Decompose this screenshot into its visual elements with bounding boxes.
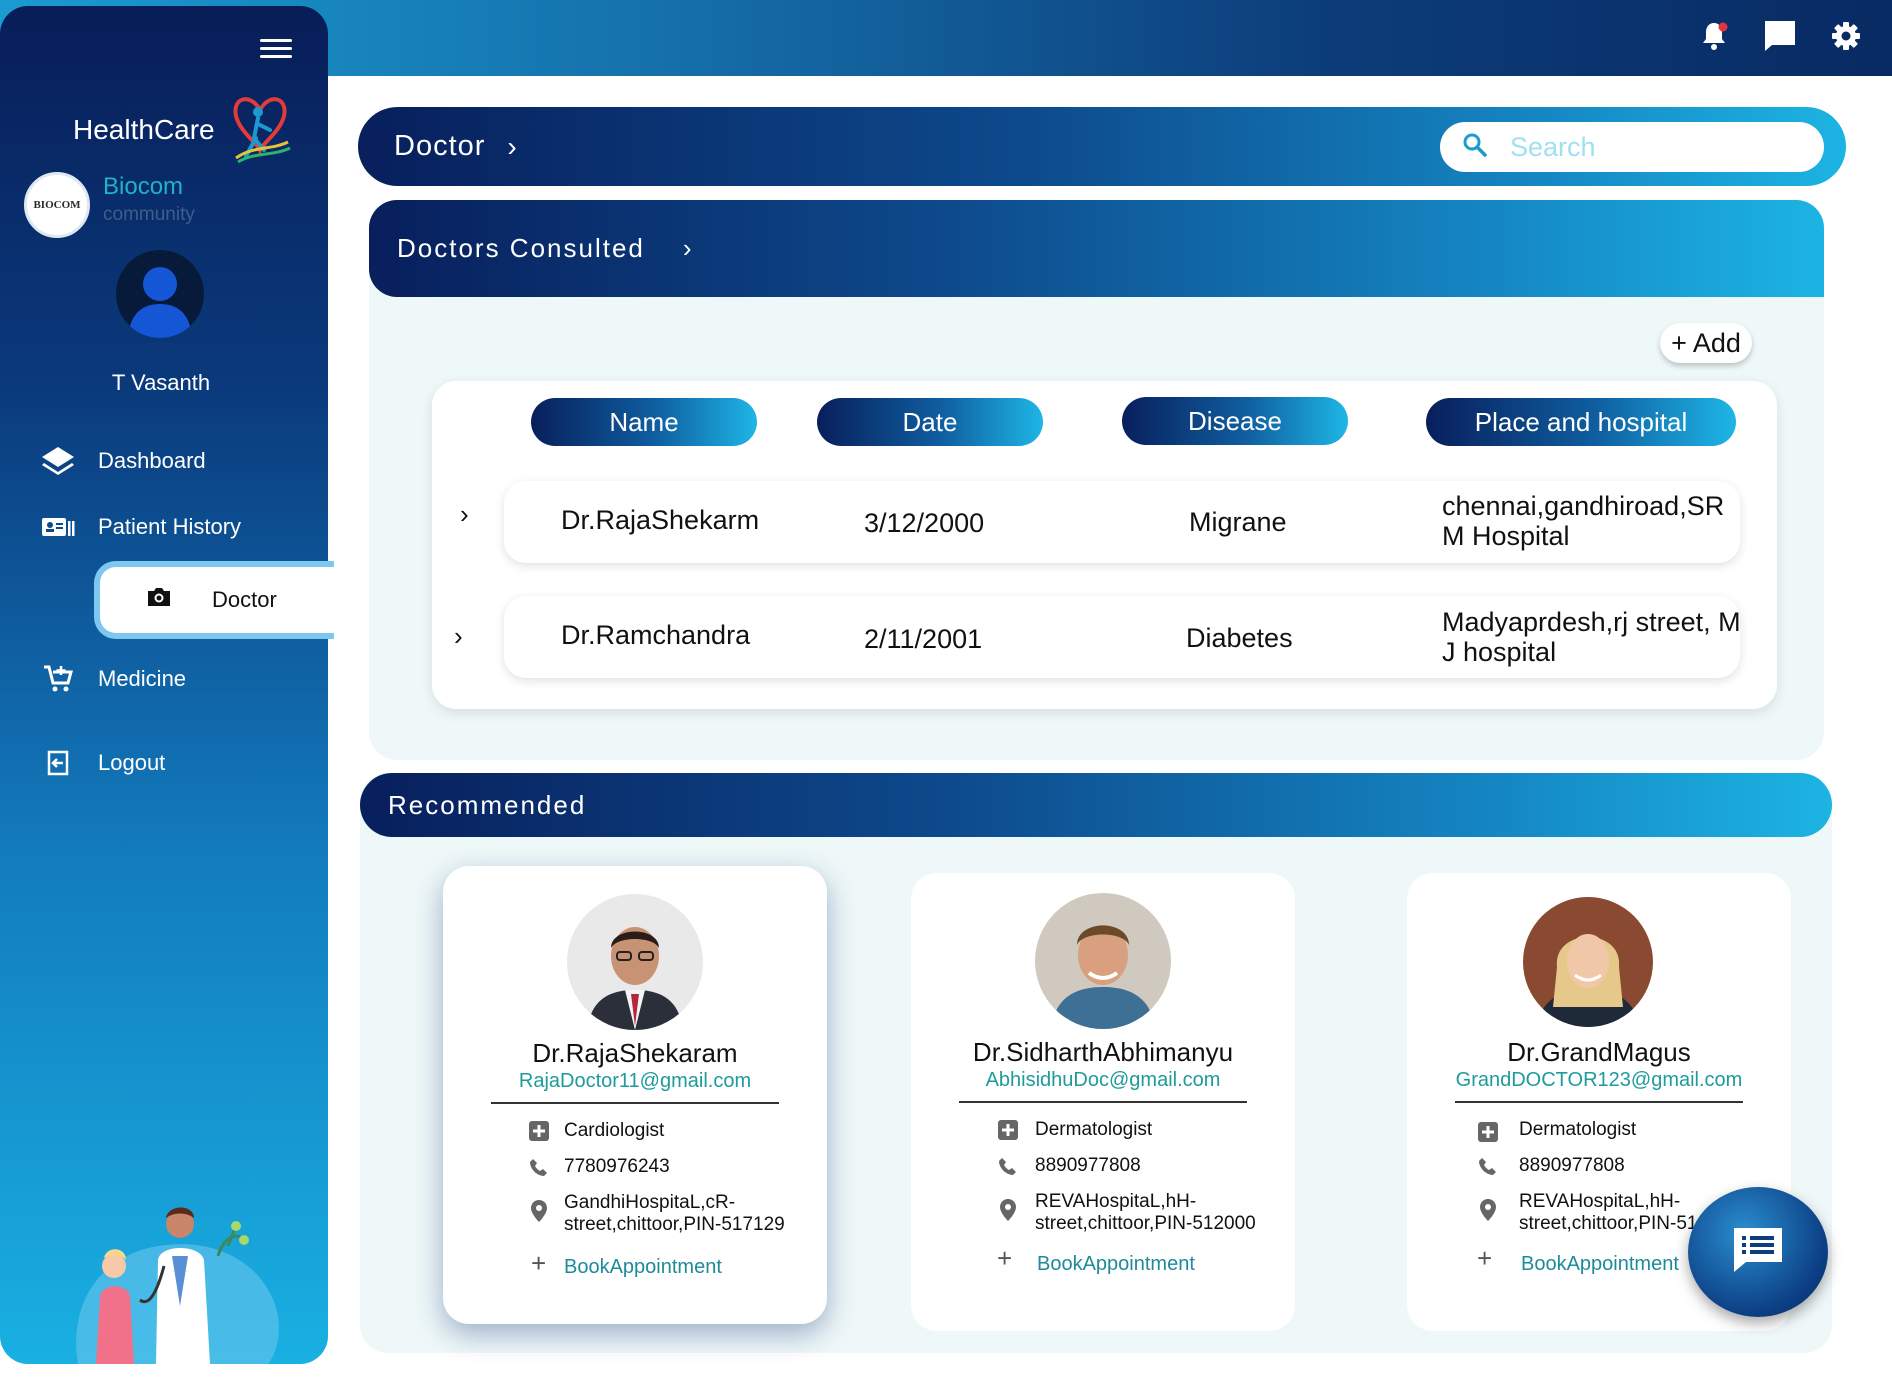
doctor-card[interactable]: Dr.SidharthAbhimanyu AbhisidhuDoc@gmail.… <box>911 873 1295 1331</box>
doctor-specialty: Cardiologist <box>564 1120 665 1141</box>
user-name: T Vasanth <box>111 370 211 395</box>
user-avatar[interactable] <box>116 250 204 338</box>
breadcrumb: Doctor › <box>358 107 1846 186</box>
nav-item-logout[interactable]: Logout <box>40 746 165 780</box>
table-row[interactable]: Dr.Ramchandra 2/11/2001 Diabetes Madyapr… <box>504 596 1741 678</box>
bell-icon[interactable] <box>1696 18 1732 54</box>
nav-label: Medicine <box>98 666 187 691</box>
logout-icon <box>40 746 76 780</box>
doctor-specialty: Dermatologist <box>1519 1119 1637 1140</box>
expand-row-chevron-icon[interactable]: › <box>454 621 463 652</box>
add-button[interactable]: + Add <box>1660 323 1752 363</box>
location-pin-icon <box>997 1199 1019 1221</box>
recommended-header: Recommended <box>360 773 1832 837</box>
column-header-disease[interactable]: Disease <box>1122 397 1348 445</box>
nav-item-medicine[interactable]: Medicine <box>40 662 186 696</box>
doctor-phone: 8890977808 <box>1519 1155 1625 1176</box>
org-logo: BIOCOM <box>24 172 90 238</box>
column-header-name[interactable]: Name <box>531 398 757 446</box>
section-title: Doctors Consulted <box>397 233 645 263</box>
location-pin-icon <box>528 1200 550 1222</box>
id-card-icon <box>40 510 76 544</box>
doctor-phone: 8890977808 <box>1035 1155 1141 1176</box>
doctor-email[interactable]: AbhisidhuDoc@gmail.com <box>911 1069 1295 1092</box>
doctor-address: REVAHospitaL,hH-street,chittoor,PIN-5120… <box>1035 1191 1256 1234</box>
location-pin-icon <box>1477 1199 1499 1221</box>
search-input[interactable] <box>1510 131 1810 163</box>
chevron-right-icon[interactable]: › <box>507 131 516 163</box>
doctor-photo <box>1035 893 1171 1029</box>
divider <box>959 1101 1247 1103</box>
divider <box>491 1102 779 1104</box>
chat-icon[interactable] <box>1762 18 1798 54</box>
layers-icon <box>40 444 76 478</box>
medical-cross-icon <box>528 1120 550 1142</box>
section-title: Recommended <box>388 789 587 820</box>
chevron-right-icon[interactable]: › <box>683 233 692 264</box>
doctor-name: Dr.GrandMagus <box>1507 1037 1691 1067</box>
book-appointment-link[interactable]: BookAppointment <box>1037 1253 1195 1276</box>
page-title: Doctor <box>394 130 486 162</box>
cell-place: Madyaprdesh,rj street, M J hospital <box>1442 607 1741 667</box>
brand-title: HealthCare <box>73 114 215 145</box>
plus-icon: + <box>997 1243 1013 1273</box>
chat-fab-button[interactable] <box>1688 1187 1828 1317</box>
search-icon[interactable] <box>1462 132 1488 163</box>
doctor-patient-illustration <box>68 1196 288 1364</box>
phone-icon <box>997 1155 1019 1177</box>
org-subtitle: community <box>103 204 195 225</box>
doctor-card[interactable]: Dr.RajaShekaram RajaDoctor11@gmail.com C… <box>443 866 827 1324</box>
nav-item-dashboard[interactable]: Dashboard <box>40 444 206 478</box>
doctor-specialty: Dermatologist <box>1035 1119 1153 1140</box>
doctor-name: Dr.RajaShekaram <box>532 1038 738 1068</box>
expand-row-chevron-icon[interactable]: › <box>460 499 469 530</box>
nav-label: Patient History <box>98 514 242 539</box>
book-appointment-link[interactable]: BookAppointment <box>1521 1253 1679 1276</box>
nav-item-patient-history[interactable]: Patient History <box>40 510 241 544</box>
nav-label: Doctor <box>212 587 277 612</box>
cell-place: chennai,gandhiroad,SR M Hospital <box>1442 491 1725 551</box>
phone-icon <box>1477 1155 1499 1177</box>
message-list-icon <box>1730 1224 1786 1281</box>
nav-label: Dashboard <box>98 448 206 473</box>
cell-date: 3/12/2000 <box>864 508 985 538</box>
cell-date: 2/11/2001 <box>864 624 983 654</box>
doctor-phone: 7780976243 <box>564 1156 670 1177</box>
doctor-email[interactable]: RajaDoctor11@gmail.com <box>443 1070 827 1093</box>
divider <box>1455 1101 1743 1103</box>
doctor-photo <box>567 894 703 1030</box>
doctor-name: Dr.SidharthAbhimanyu <box>972 1037 1234 1067</box>
medical-cross-icon <box>1477 1121 1499 1143</box>
camera-icon <box>146 586 172 614</box>
nav-label: Logout <box>98 750 166 775</box>
cell-disease: Migrane <box>1189 507 1287 537</box>
org-name: Biocom <box>103 173 184 200</box>
sidebar: HealthCare BIOCOM Biocom community T Vas… <box>0 6 328 1364</box>
nav-item-doctor[interactable]: Doctor <box>94 561 334 639</box>
phone-icon <box>528 1156 550 1178</box>
medical-cross-icon <box>997 1119 1019 1141</box>
column-header-date[interactable]: Date <box>817 398 1043 446</box>
cell-disease: Diabetes <box>1186 623 1293 653</box>
cell-name: Dr.Ramchandra <box>561 620 751 650</box>
plus-icon: + <box>531 1248 547 1278</box>
table-row[interactable]: Dr.RajaShekarm 3/12/2000 Migrane chennai… <box>504 481 1740 563</box>
gear-icon[interactable] <box>1828 18 1864 54</box>
consulted-table: Name Date Disease Place and hospital › D… <box>432 381 1777 709</box>
plus-icon: + <box>1477 1243 1493 1273</box>
column-header-place[interactable]: Place and hospital <box>1426 398 1736 446</box>
doctor-email[interactable]: GrandDOCTOR123@gmail.com <box>1407 1069 1791 1092</box>
doctor-address: GandhiHospitaL,cR-street,chittoor,PIN-51… <box>564 1192 785 1235</box>
cell-name: Dr.RajaShekarm <box>561 505 760 535</box>
search-box <box>1440 122 1824 172</box>
doctor-photo <box>1523 897 1653 1027</box>
hamburger-menu-icon[interactable] <box>260 34 292 64</box>
cart-icon <box>40 662 76 696</box>
book-appointment-link[interactable]: BookAppointment <box>564 1256 722 1279</box>
heart-logo-icon <box>228 90 292 169</box>
doctors-consulted-header: Doctors Consulted › <box>369 200 1824 297</box>
